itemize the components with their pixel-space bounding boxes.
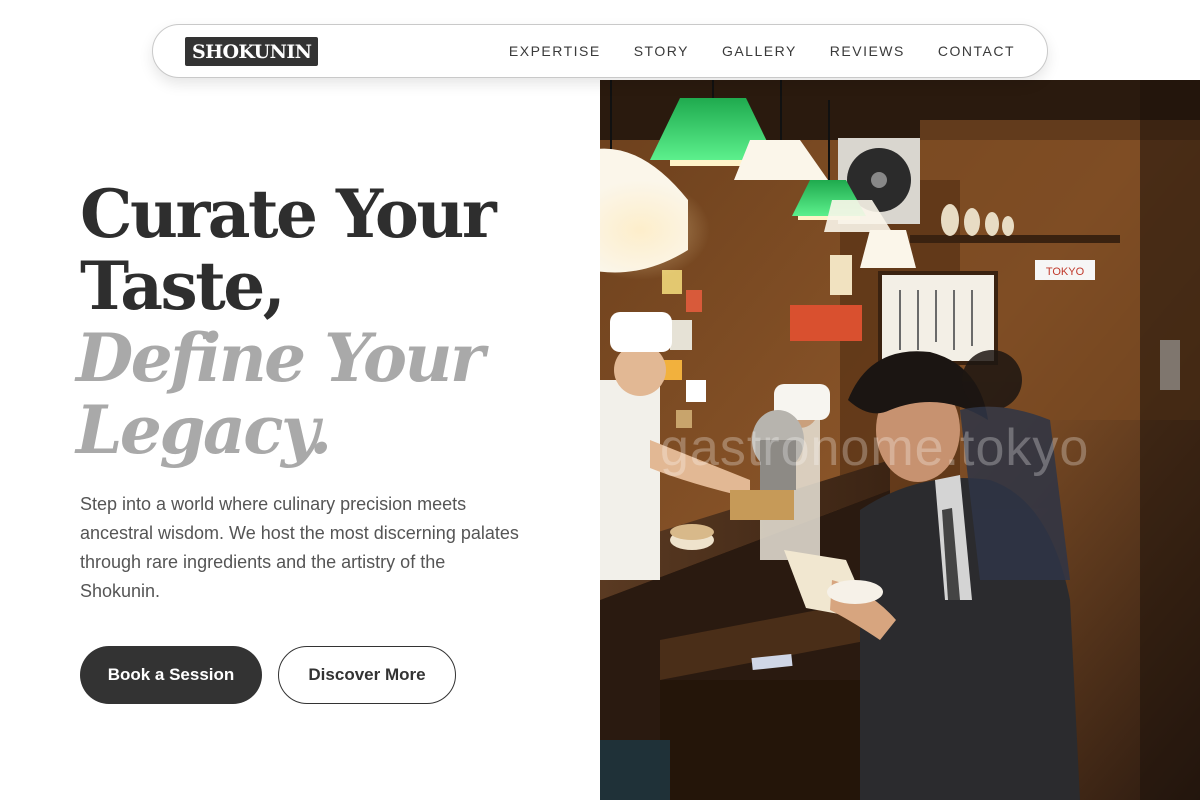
hero-accent-line-1: Define Your xyxy=(76,319,485,397)
discover-more-button[interactable]: Discover More xyxy=(278,646,456,704)
nav-link-contact[interactable]: CONTACT xyxy=(938,43,1015,59)
hero-title-line-1: Curate Your xyxy=(80,175,497,253)
nav-links: EXPERTISE STORY GALLERY REVIEWS CONTACT xyxy=(509,43,1015,59)
hero-title: Curate Your Taste, Define Your Legacy. xyxy=(76,175,580,466)
nav-link-expertise[interactable]: EXPERTISE xyxy=(509,43,601,59)
nav-link-reviews[interactable]: REVIEWS xyxy=(830,43,905,59)
hero-title-line-2: Taste, xyxy=(80,247,286,325)
izakaya-illustration: TOKYO xyxy=(600,80,1200,800)
nav-link-story[interactable]: STORY xyxy=(634,43,689,59)
top-nav: SHOKUNIN EXPERTISE STORY GALLERY REVIEWS… xyxy=(152,24,1048,78)
book-session-button[interactable]: Book a Session xyxy=(80,646,262,704)
hero-description: Step into a world where culinary precisi… xyxy=(80,494,519,601)
hero-image-izakaya: TOKYO gastronome.tokyo xyxy=(600,80,1200,800)
brand-logo[interactable]: SHOKUNIN xyxy=(185,36,319,66)
tokyo-sign: TOKYO xyxy=(1046,266,1085,278)
nav-link-gallery[interactable]: GALLERY xyxy=(722,43,797,59)
hero-accent-line-2: Legacy. xyxy=(76,391,332,469)
